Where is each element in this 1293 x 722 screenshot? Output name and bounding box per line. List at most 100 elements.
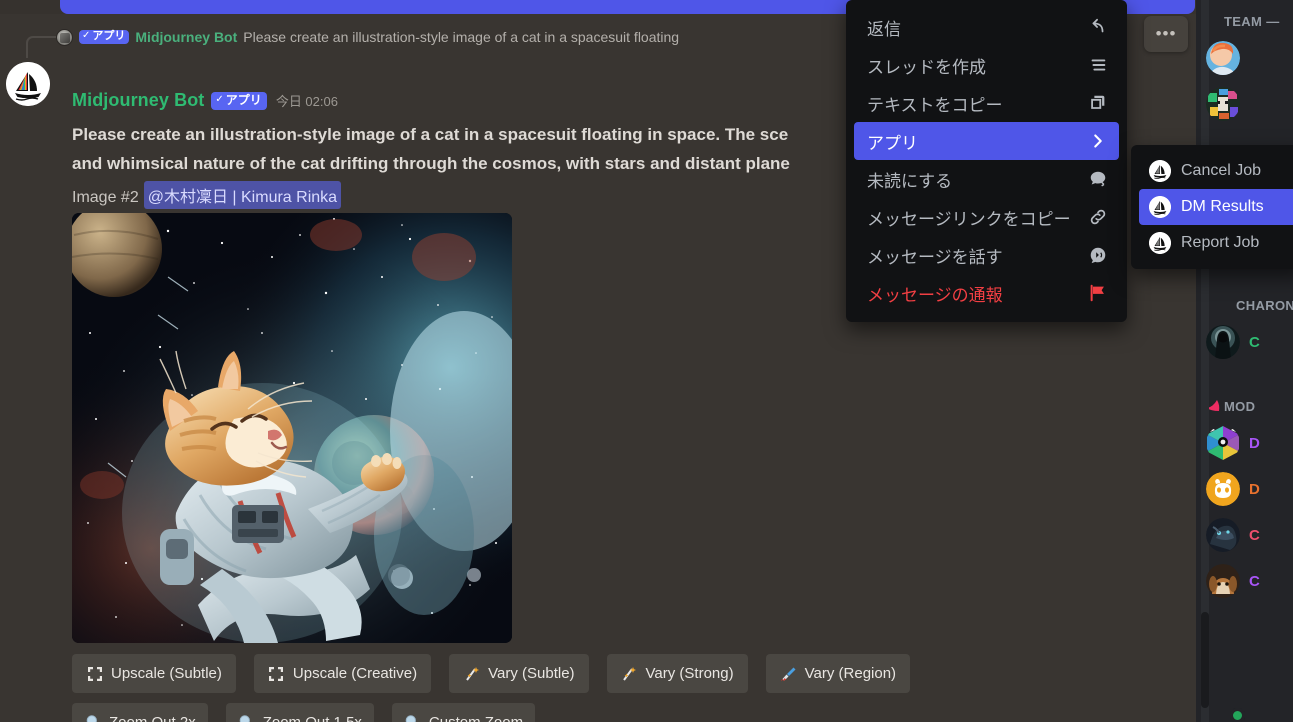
upscale-icon (86, 665, 103, 682)
member-list: TEAM — CHARON C MOD D D C C (1196, 0, 1293, 722)
button-label: Vary (Strong) (645, 665, 734, 682)
avatar (1206, 472, 1240, 506)
button-label: Zoom Out 2x (109, 713, 196, 722)
thread-icon (1087, 54, 1109, 76)
member-row-mod-1[interactable]: D (1196, 420, 1293, 722)
member-row-mod-4[interactable]: C (1196, 558, 1293, 722)
message-author[interactable]: Midjourney Bot (72, 90, 204, 111)
midjourney-sailboat-avatar[interactable] (6, 62, 50, 106)
midjourney-app-icon (1149, 160, 1171, 182)
member-row-mod-2[interactable]: D (1196, 466, 1293, 722)
flag-icon (1087, 282, 1109, 304)
member-row-mod-3[interactable]: C (1196, 512, 1293, 722)
bot-badge: ✓ アプリ (211, 91, 267, 110)
speak-message-icon (1087, 244, 1109, 266)
magnifier-icon (84, 714, 101, 722)
vary-subtle-button[interactable]: Vary (Subtle) (449, 654, 589, 693)
message-header: Midjourney Bot ✓ アプリ 今日 02:06 (72, 90, 338, 111)
member-name: C (1249, 526, 1260, 544)
member-group-mod: MOD (1196, 365, 1293, 420)
apps-submenu: Cancel Job DM Results Report Job (1131, 145, 1293, 269)
sailboat-icon (6, 62, 50, 106)
bot-badge-reply: ✓ アプリ (79, 29, 130, 45)
cat-in-spacesuit-illustration (72, 213, 512, 643)
member-row-team-1[interactable] (1196, 35, 1293, 722)
menu-item-label: メッセージを話す (867, 247, 1003, 267)
upscale-subtle-button[interactable]: Upscale (Subtle) (72, 654, 236, 693)
sparkle-wand-icon (621, 665, 638, 682)
context-menu-item-apps[interactable]: アプリ (854, 122, 1119, 160)
context-menu-item-speak-message[interactable]: メッセージを話す (854, 236, 1119, 274)
action-row-upscale-vary: Upscale (Subtle) Upscale (Creative) Vary… (72, 654, 1072, 693)
message-timestamp: 今日 02:06 (275, 94, 338, 109)
bot-badge-label: アプリ (92, 29, 126, 42)
vary-strong-button[interactable]: Vary (Strong) (606, 654, 748, 693)
context-menu-item-mark-unread[interactable]: 未読にする (854, 160, 1119, 198)
action-row-zoom: Zoom Out 2x Zoom Out 1.5x Custom Zoom (72, 703, 1072, 722)
avatar (1206, 426, 1240, 460)
custom-zoom-button[interactable]: Custom Zoom (391, 703, 536, 722)
bot-badge-label: アプリ (225, 92, 262, 107)
button-label: Vary (Region) (804, 665, 897, 682)
more-options-icon[interactable]: ••• (1150, 19, 1182, 49)
dark-dragon-avatar (1206, 518, 1240, 552)
submenu-item-dm-results[interactable]: DM Results (1139, 189, 1293, 225)
member-name: D (1249, 480, 1260, 498)
avatar (1206, 87, 1240, 121)
context-menu-item-create-thread[interactable]: スレッドを作成 (854, 46, 1119, 84)
context-menu-item-reply[interactable]: 返信 (854, 8, 1119, 46)
vary-region-button[interactable]: Vary (Region) (765, 654, 911, 693)
avatar (1206, 518, 1240, 552)
status-online-icon (1230, 708, 1245, 722)
submenu-item-label: DM Results (1181, 198, 1264, 215)
upscale-creative-button[interactable]: Upscale (Creative) (253, 654, 432, 693)
zoom-out-1-5x-button[interactable]: Zoom Out 1.5x (225, 703, 374, 722)
member-name: C (1249, 333, 1260, 351)
orange-hair-avatar (1206, 41, 1240, 75)
link-icon (1087, 206, 1109, 228)
zoom-out-2x-button[interactable]: Zoom Out 2x (72, 703, 208, 722)
context-menu-item-copy-text[interactable]: テキストをコピー (854, 84, 1119, 122)
paintbrush-icon (780, 665, 797, 682)
member-name: C (1249, 572, 1260, 590)
button-label: Zoom Out 1.5x (262, 713, 362, 722)
brown-dog-avatar (1206, 564, 1240, 598)
member-list-scrollbar-thumb[interactable] (1201, 612, 1209, 708)
submenu-item-report-job[interactable]: Report Job (1139, 225, 1293, 261)
midjourney-app-icon (1149, 196, 1171, 218)
message-context-menu: 返信 スレッドを作成 テキストをコピー アプリ 未読にする メッセージリンクをコ… (846, 0, 1127, 322)
discord-wumpus-orange-avatar (1206, 472, 1240, 506)
submenu-item-label: Cancel Job (1181, 162, 1262, 179)
reply-author-name[interactable]: Midjourney Bot (135, 29, 237, 45)
member-group-team: TEAM — (1224, 14, 1280, 29)
context-menu-item-copy-message-link[interactable]: メッセージリンクをコピー (854, 198, 1119, 236)
reply-reference[interactable]: ✓ アプリ Midjourney Bot Please create an ill… (56, 22, 679, 52)
button-label: Custom Zoom (428, 713, 524, 722)
button-label: Upscale (Creative) (292, 665, 418, 682)
context-menu-item-report-message[interactable]: メッセージの通報 (854, 274, 1119, 312)
menu-item-label: 未読にする (867, 171, 953, 191)
menu-item-label: メッセージの通報 (867, 285, 1003, 305)
button-label: Upscale (Subtle) (111, 665, 222, 682)
chevron-right-icon (1087, 130, 1109, 152)
member-row-charon-1[interactable]: C (1196, 319, 1293, 722)
generated-image-attachment[interactable] (72, 213, 512, 643)
magnifier-icon (238, 714, 255, 722)
button-label: Vary (Subtle) (488, 665, 575, 682)
message-hover-toolbar[interactable]: ••• (1144, 16, 1188, 52)
user-mention[interactable]: @木村凜日 | Kimura Rinka (143, 181, 342, 209)
member-row-team-2[interactable] (1196, 81, 1293, 722)
submenu-item-cancel-job[interactable]: Cancel Job (1139, 153, 1293, 189)
message-text-line3: Image #2 @木村凜日 | Kimura Rinka (72, 181, 342, 209)
dark-figure-avatar (1206, 325, 1240, 359)
avatar (1206, 41, 1240, 75)
reply-icon (1087, 16, 1109, 38)
sparkle-wand-icon (463, 665, 480, 682)
verified-check-icon: ✓ (215, 93, 224, 105)
menu-item-label: テキストをコピー (867, 95, 1003, 115)
verified-check-icon: ✓ (82, 30, 91, 42)
menu-item-label: 返信 (867, 19, 901, 39)
submenu-item-label: Report Job (1181, 234, 1260, 251)
discord-window: ✓ アプリ Midjourney Bot Please create an ill… (0, 0, 1293, 722)
menu-item-label: アプリ (867, 133, 918, 153)
